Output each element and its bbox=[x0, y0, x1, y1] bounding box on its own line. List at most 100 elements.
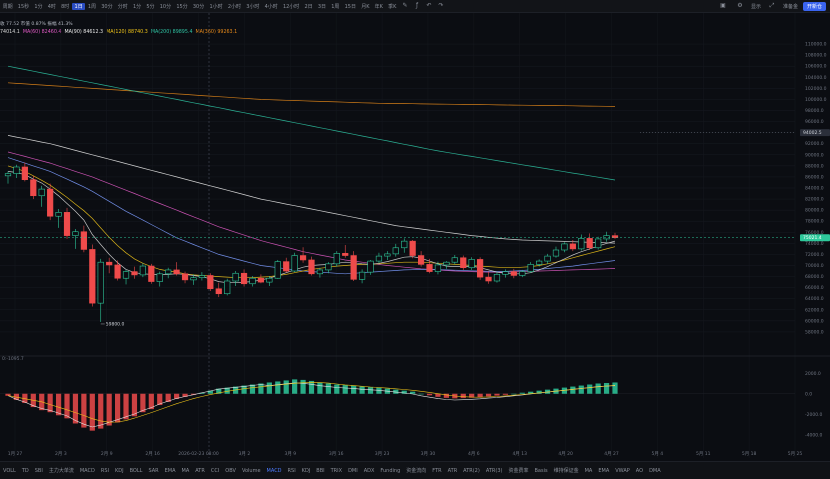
macd-bar bbox=[334, 384, 340, 394]
indicator-25[interactable]: ATR bbox=[445, 468, 461, 474]
indicator-34[interactable]: AO bbox=[633, 468, 646, 474]
ma-line bbox=[7, 82, 616, 107]
indicator-5[interactable]: RSI bbox=[98, 468, 112, 474]
macd-bar bbox=[55, 393, 62, 416]
timeframe-21[interactable]: 15日 bbox=[342, 3, 359, 10]
candle-body bbox=[384, 253, 391, 257]
indicator-9[interactable]: EMA bbox=[162, 468, 179, 474]
settings-icon[interactable]: ⚙ bbox=[737, 3, 743, 9]
candle-body bbox=[106, 261, 113, 266]
macd-bar bbox=[410, 391, 416, 394]
date-tick: 4月 13 bbox=[512, 451, 527, 457]
timeframe-11[interactable]: 15分 bbox=[174, 3, 191, 10]
macd-bar bbox=[367, 387, 374, 394]
timeframe-24[interactable]: 季K bbox=[386, 3, 399, 10]
timeframe-1[interactable]: 1分 bbox=[32, 3, 45, 10]
indicator-18[interactable]: BBI bbox=[313, 468, 327, 474]
indicator-12[interactable]: CCI bbox=[208, 468, 222, 474]
open-position-button[interactable]: 开新仓 bbox=[802, 1, 826, 11]
timeframe-17[interactable]: 12小时 bbox=[280, 3, 302, 10]
timeframe-0[interactable]: 15秒 bbox=[15, 3, 32, 10]
undo-icon[interactable]: ↶ bbox=[426, 3, 432, 9]
indicator-14[interactable]: Volume bbox=[239, 468, 264, 474]
indicator-20[interactable]: DMI bbox=[345, 468, 361, 474]
timeframe-12[interactable]: 30分 bbox=[190, 3, 207, 10]
candle-body bbox=[240, 272, 248, 285]
timeframe-20[interactable]: 1周 bbox=[329, 3, 342, 10]
indicator-27[interactable]: ATR(3) bbox=[483, 468, 506, 474]
indicator-11[interactable]: ATR bbox=[192, 468, 208, 474]
account-label[interactable]: 准备金 bbox=[783, 3, 798, 10]
timeframe-13[interactable]: 1小时 bbox=[207, 3, 225, 10]
candle-body bbox=[316, 269, 324, 275]
macd-bar bbox=[123, 393, 129, 420]
indicator-29[interactable]: Basis bbox=[532, 468, 551, 474]
indicator-28[interactable]: 资金费率 bbox=[505, 467, 531, 474]
current-price-label: 75021.4 bbox=[803, 235, 822, 241]
timeframe-5[interactable]: 1周 bbox=[85, 3, 98, 10]
low-annotation: 59800.0 bbox=[106, 321, 125, 327]
indicator-icon[interactable]: ƒ bbox=[414, 3, 420, 9]
indicator-13[interactable]: OBV bbox=[222, 468, 239, 474]
timeframe-16[interactable]: 4小时 bbox=[262, 3, 280, 10]
redo-icon[interactable]: ↷ bbox=[438, 3, 444, 9]
indicator-33[interactable]: VWAP bbox=[612, 468, 633, 474]
timeframe-14[interactable]: 2小时 bbox=[225, 3, 243, 10]
indicator-10[interactable]: MA bbox=[179, 468, 193, 474]
macd-bar bbox=[587, 384, 593, 394]
indicator-6[interactable]: KDJ bbox=[112, 468, 127, 474]
toolbar-title: 周期 bbox=[2, 3, 13, 10]
indicator-7[interactable]: BOLL bbox=[127, 468, 146, 474]
candle-body bbox=[30, 179, 37, 197]
indicator-32[interactable]: EMA bbox=[595, 468, 612, 474]
timeframe-6[interactable]: 30分 bbox=[99, 3, 116, 10]
indicator-16[interactable]: RSI bbox=[285, 468, 299, 474]
indicator-15[interactable]: MACD bbox=[264, 468, 285, 474]
indicator-21[interactable]: ADX bbox=[361, 468, 378, 474]
indicator-3[interactable]: 主力大单流 bbox=[46, 467, 77, 474]
candle-body bbox=[122, 271, 130, 279]
timeframe-4[interactable]: 1日 bbox=[71, 2, 86, 10]
screenshot-icon[interactable]: ▣ bbox=[720, 3, 726, 9]
indicator-31[interactable]: MA bbox=[582, 468, 596, 474]
indicator-24[interactable]: FTR bbox=[429, 468, 444, 474]
timeframe-7[interactable]: 分时 bbox=[115, 3, 130, 10]
indicator-19[interactable]: TRIX bbox=[328, 468, 345, 474]
timeframe-19[interactable]: 3日 bbox=[315, 3, 328, 10]
indicator-0[interactable]: VOLL bbox=[0, 468, 19, 474]
timeframe-3[interactable]: 8时 bbox=[59, 3, 72, 10]
timeframe-8[interactable]: 1分 bbox=[130, 3, 143, 10]
timeframe-10[interactable]: 10分 bbox=[157, 3, 174, 10]
timeframe-18[interactable]: 2日 bbox=[302, 3, 315, 10]
display-menu[interactable]: 显示 bbox=[751, 3, 761, 10]
price-tick: 102000.0 bbox=[805, 86, 827, 92]
indicator-26[interactable]: ATR(2) bbox=[460, 468, 483, 474]
timeframe-22[interactable]: 月K bbox=[359, 3, 372, 10]
drawing-tool-icon[interactable]: ✎ bbox=[402, 3, 408, 9]
ma-line bbox=[7, 151, 616, 273]
indicator-4[interactable]: MACD bbox=[77, 468, 98, 474]
timeframe-9[interactable]: 5分 bbox=[144, 3, 157, 10]
timeframe-2[interactable]: 4时 bbox=[45, 3, 58, 10]
price-tick: 72000.0 bbox=[805, 252, 824, 258]
indicator-17[interactable]: KDJ bbox=[299, 468, 314, 474]
indicator-22[interactable]: Funding bbox=[377, 468, 403, 474]
indicator-2[interactable]: SBI bbox=[32, 468, 46, 474]
price-chart[interactable]: 110000.0 108000.0 106000.0 104000.0 102000.0… bbox=[0, 13, 830, 461]
date-tick: 5月 18 bbox=[742, 451, 757, 457]
marker-price-label: 94002.5 bbox=[803, 130, 822, 136]
indicator-8[interactable]: SAR bbox=[145, 468, 161, 474]
indicator-30[interactable]: 维持保证金 bbox=[551, 467, 582, 474]
indicator-35[interactable]: DMA bbox=[646, 468, 664, 474]
indicator-23[interactable]: 资金流向 bbox=[403, 467, 429, 474]
macd-bar bbox=[342, 385, 348, 394]
candle-body bbox=[114, 264, 121, 279]
macd-label: 0:-1095.7 bbox=[2, 356, 24, 362]
candle-body bbox=[426, 264, 433, 272]
candle-body bbox=[156, 273, 163, 282]
timeframe-15[interactable]: 3小时 bbox=[244, 3, 262, 10]
candle-body bbox=[586, 238, 593, 249]
timeframe-23[interactable]: 年K bbox=[372, 3, 385, 10]
fullscreen-icon[interactable]: ⤢ bbox=[769, 3, 775, 9]
indicator-1[interactable]: TD bbox=[19, 468, 32, 474]
